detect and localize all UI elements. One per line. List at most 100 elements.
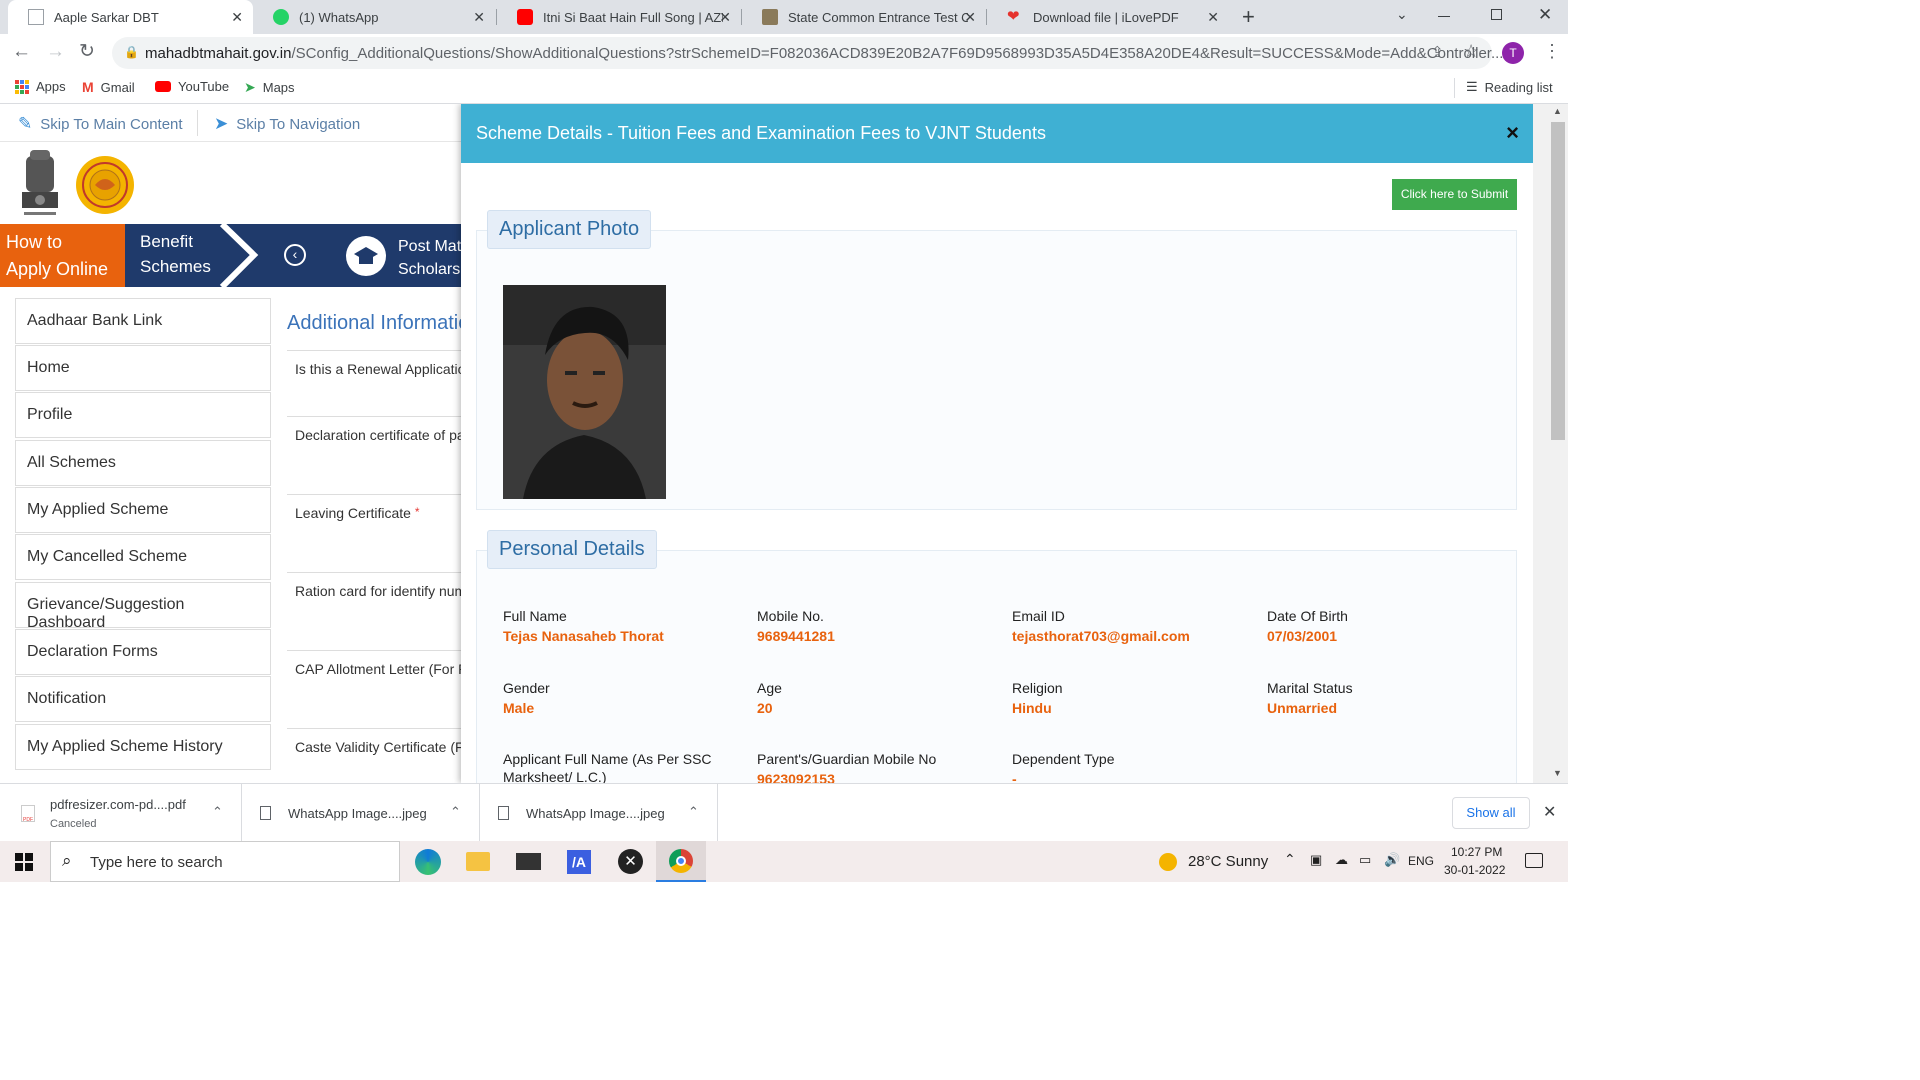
- post-matric-scholarship-link[interactable]: Post Matri Scholarsh: [398, 235, 470, 281]
- show-hidden-icons-chevron-icon[interactable]: ⌃: [1284, 851, 1296, 868]
- app-icon[interactable]: /A: [567, 850, 591, 874]
- skip-main-link[interactable]: ✎ Skip To Main Content: [18, 114, 183, 134]
- new-tab-button[interactable]: +: [1242, 4, 1255, 30]
- file-explorer-icon[interactable]: [466, 852, 490, 871]
- tab-whatsapp[interactable]: (1) WhatsApp ✕: [253, 0, 495, 34]
- submit-button[interactable]: Click here to Submit: [1392, 179, 1517, 210]
- chrome-taskbar-button[interactable]: [656, 841, 706, 882]
- taskbar-search-box[interactable]: ⌕ Type here to search: [50, 841, 400, 882]
- chevron-up-icon[interactable]: ⌃: [212, 804, 223, 820]
- page-favicon-icon: [28, 9, 44, 25]
- windows-start-icon[interactable]: [15, 853, 33, 876]
- question-renewal: Is this a Renewal Application: [287, 350, 467, 416]
- battery-icon[interactable]: ▭: [1359, 852, 1371, 868]
- show-all-downloads-button[interactable]: Show all: [1452, 797, 1530, 829]
- page-scrollbar[interactable]: ▲ ▼: [1533, 104, 1568, 783]
- tab-youtube-song[interactable]: Itni Si Baat Hain Full Song | AZHA ✕: [497, 0, 741, 34]
- national-emblem-logo: [16, 148, 64, 222]
- close-tab-icon[interactable]: ✕: [473, 9, 485, 26]
- sidebar-item-my-cancelled-scheme[interactable]: My Cancelled Scheme: [15, 534, 271, 580]
- meet-now-icon[interactable]: ▣: [1310, 852, 1322, 868]
- sidebar-item-home[interactable]: Home: [15, 345, 271, 391]
- scroll-down-icon[interactable]: ▼: [1553, 768, 1562, 778]
- sidebar-item-aadhaar-bank-link[interactable]: Aadhaar Bank Link: [15, 298, 271, 344]
- sidebar-item-my-applied-scheme[interactable]: My Applied Scheme: [15, 487, 271, 533]
- benefit-schemes-link[interactable]: Benefit Schemes: [140, 229, 211, 279]
- navigation-arrow-icon: ➤: [214, 114, 229, 133]
- bookmark-maps[interactable]: ➤ Maps: [244, 79, 295, 96]
- xbox-icon[interactable]: ✕: [618, 849, 643, 874]
- close-downloads-icon[interactable]: ✕: [1543, 802, 1556, 822]
- forward-icon[interactable]: →: [46, 41, 65, 63]
- sidebar-item-declaration-forms[interactable]: Declaration Forms: [15, 629, 271, 675]
- divider: [197, 110, 198, 136]
- close-tab-icon[interactable]: ✕: [964, 9, 976, 26]
- bookmark-apps[interactable]: Apps: [15, 79, 66, 94]
- close-window-button[interactable]: ✕: [1538, 5, 1552, 25]
- url-text: mahadbtmahait.gov.in/SConfig_AdditionalQ…: [145, 45, 1504, 62]
- lock-icon: 🔒: [124, 45, 139, 59]
- profile-avatar[interactable]: T: [1502, 42, 1524, 64]
- pencil-icon: ✎: [18, 114, 33, 133]
- heart-icon: ❤: [1007, 8, 1020, 25]
- question-caste-validity: Caste Validity Certificate (Fo: [287, 728, 467, 783]
- back-icon[interactable]: ←: [12, 41, 31, 63]
- sidebar-item-profile[interactable]: Profile: [15, 392, 271, 438]
- mail-icon[interactable]: [516, 853, 541, 870]
- clock-time[interactable]: 10:27 PM: [1451, 845, 1502, 859]
- carousel-prev-icon[interactable]: ‹: [284, 244, 306, 266]
- browser-tab-strip: Aaple Sarkar DBT ✕ (1) WhatsApp ✕ Itni S…: [0, 0, 1568, 34]
- share-icon[interactable]: ⇪: [1431, 43, 1444, 61]
- personal-details-section: [476, 550, 1517, 783]
- cloud-icon[interactable]: ☁: [1335, 852, 1348, 868]
- emblem-icon: [762, 9, 778, 25]
- address-bar[interactable]: 🔒 mahadbtmahait.gov.in/SConfig_Additiona…: [112, 37, 1503, 69]
- mobile-value: 9689441281: [757, 628, 835, 644]
- chevron-up-icon[interactable]: ⌃: [688, 804, 699, 820]
- weather-text[interactable]: 28°C Sunny: [1188, 853, 1268, 870]
- tab-search-chevron-icon[interactable]: ⌄: [1396, 6, 1408, 23]
- scroll-up-icon[interactable]: ▲: [1553, 106, 1562, 116]
- tab-cet-cell[interactable]: State Common Entrance Test Cell ✕: [742, 0, 986, 34]
- gmail-icon: M: [82, 79, 94, 95]
- bookmark-star-icon[interactable]: ☆: [1463, 41, 1479, 62]
- applicant-photo: [503, 285, 666, 499]
- chevron-divider-icon: [219, 224, 259, 287]
- how-to-apply-link[interactable]: How to Apply Online ?: [0, 224, 125, 306]
- image-file-icon: [498, 806, 509, 820]
- notification-center-icon[interactable]: [1525, 853, 1543, 868]
- bookmark-gmail[interactable]: M Gmail: [82, 79, 135, 95]
- scrollbar-thumb[interactable]: [1551, 122, 1565, 440]
- restore-button[interactable]: [1491, 9, 1502, 20]
- graduation-cap-icon: [346, 236, 386, 276]
- skip-links-bar: ✎ Skip To Main Content ➤ Skip To Navigat…: [0, 104, 461, 142]
- language-indicator[interactable]: ENG: [1408, 854, 1434, 868]
- download-item-image-2[interactable]: WhatsApp Image....jpeg ⌃: [480, 784, 718, 842]
- bookmark-youtube[interactable]: YouTube: [155, 79, 229, 94]
- close-icon[interactable]: ×: [1506, 120, 1519, 146]
- close-tab-icon[interactable]: ✕: [231, 9, 243, 26]
- reload-icon[interactable]: ↻: [79, 40, 95, 63]
- close-tab-icon[interactable]: ✕: [1207, 9, 1219, 26]
- edge-icon[interactable]: [415, 849, 441, 875]
- sidebar-item-all-schemes[interactable]: All Schemes: [15, 440, 271, 486]
- reading-list-button[interactable]: ☰ Reading list: [1466, 79, 1553, 95]
- sidebar-item-grievance-dashboard[interactable]: Grievance/Suggestion Dashboard: [15, 582, 271, 631]
- ssc-name-label: Applicant Full Name (As Per SSC Markshee…: [503, 751, 712, 783]
- menu-icon[interactable]: ⋮: [1543, 41, 1561, 62]
- tab-aaple-sarkar[interactable]: Aaple Sarkar DBT ✕: [8, 0, 253, 34]
- download-item-image-1[interactable]: WhatsApp Image....jpeg ⌃: [242, 784, 480, 842]
- apps-grid-icon: [15, 79, 29, 94]
- tab-ilovepdf[interactable]: ❤ Download file | iLovePDF ✕: [987, 0, 1229, 34]
- whatsapp-icon: [273, 9, 289, 25]
- download-item-pdf[interactable]: PDF pdfresizer.com-pd....pdf Canceled ⌃: [0, 784, 242, 842]
- sidebar-item-applied-scheme-history[interactable]: My Applied Scheme History: [15, 724, 271, 770]
- volume-icon[interactable]: 🔊: [1384, 852, 1400, 868]
- chevron-up-icon[interactable]: ⌃: [450, 804, 461, 820]
- sidebar-item-notification[interactable]: Notification: [15, 676, 271, 722]
- minimize-button[interactable]: [1438, 16, 1450, 17]
- scheme-details-modal: Scheme Details - Tuition Fees and Examin…: [461, 104, 1533, 783]
- skip-nav-link[interactable]: ➤ Skip To Navigation: [214, 114, 360, 134]
- close-tab-icon[interactable]: ✕: [719, 9, 731, 26]
- clock-date[interactable]: 30-01-2022: [1444, 863, 1505, 877]
